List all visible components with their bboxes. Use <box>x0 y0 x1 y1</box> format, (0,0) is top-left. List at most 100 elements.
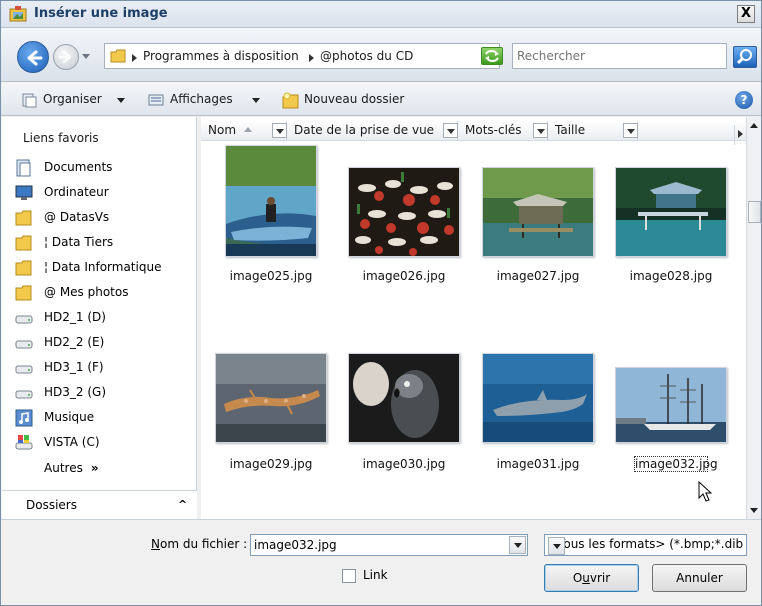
nav-item[interactable]: HD2_1 (D) <box>15 307 195 329</box>
nav-item-label: VISTA (C) <box>44 435 100 449</box>
views-label: Affichages <box>170 92 233 106</box>
help-button[interactable]: ? <box>735 91 753 109</box>
music-icon <box>15 409 33 427</box>
refresh-button[interactable] <box>481 47 503 65</box>
breadcrumb-separator-icon[interactable] <box>309 54 314 62</box>
insert-image-dialog: Insérer une image X Programmes à disposi… <box>0 0 762 606</box>
filename-input[interactable] <box>251 535 501 555</box>
views-menu[interactable]: Affichages <box>148 92 266 110</box>
file-item[interactable]: image028.jpg <box>611 145 731 295</box>
nav-item[interactable]: HD3_1 (F) <box>15 357 195 379</box>
file-item[interactable]: image027.jpg <box>478 145 598 295</box>
file-name-selected[interactable]: image032.jpg <box>634 456 718 472</box>
more-favorites-link[interactable]: Autres » <box>44 461 99 475</box>
column-headers: Nom Date de la prise de vue Mots-clés Ta… <box>201 121 746 145</box>
scrollbar-thumb[interactable] <box>748 201 761 223</box>
scroll-up-icon[interactable] <box>750 123 758 128</box>
system-drive-icon <box>15 434 33 452</box>
breadcrumb-item[interactable]: @photos du CD <box>320 49 413 63</box>
file-type-select[interactable]: <Tous les formats> (*.bmp;*.dib <box>544 534 747 556</box>
organize-icon <box>22 93 37 108</box>
column-size[interactable]: Taille <box>548 121 638 141</box>
filename-label-accel: N <box>151 537 160 551</box>
nav-item[interactable]: @ Mes photos <box>15 282 195 304</box>
file-item[interactable]: image026.jpg <box>344 145 464 295</box>
search-field[interactable] <box>512 43 727 69</box>
nav-item[interactable]: Musique <box>15 407 195 429</box>
nav-item-label: HD2_1 (D) <box>44 310 106 324</box>
nav-item[interactable]: VISTA (C) <box>15 432 195 454</box>
file-type-dropdown-button[interactable] <box>548 537 565 555</box>
file-list[interactable]: Nom Date de la prise de vue Mots-clés Ta… <box>201 117 761 519</box>
column-filter-dropdown[interactable] <box>272 123 287 138</box>
column-name[interactable]: Nom <box>201 121 287 141</box>
breadcrumb-separator-icon[interactable] <box>132 54 137 62</box>
mouse-pointer-icon <box>698 481 713 502</box>
nav-item-label: @ DatasVs <box>44 210 110 224</box>
file-item[interactable]: image025.jpg <box>211 145 331 295</box>
column-filter-dropdown[interactable] <box>443 123 458 138</box>
boat-photo-thumbnail <box>226 146 316 256</box>
column-name-label: Nom <box>208 123 237 137</box>
back-button[interactable] <box>17 41 49 73</box>
search-button[interactable] <box>733 46 757 68</box>
folder-icon <box>15 209 33 227</box>
cancel-button[interactable]: Annuler <box>652 564 747 592</box>
open-label-post: vrir <box>589 571 611 585</box>
nav-item[interactable]: HD3_2 (G) <box>15 382 195 404</box>
scroll-down-icon[interactable] <box>750 508 758 513</box>
file-name: image031.jpg <box>496 457 580 471</box>
documents-icon <box>15 159 33 177</box>
nav-item-label: ¦ Data Informatique <box>44 260 162 274</box>
link-checkbox[interactable] <box>342 569 356 583</box>
file-name: image028.jpg <box>629 269 713 283</box>
more-label: Autres <box>44 461 83 475</box>
chevron-down-icon <box>252 98 260 103</box>
file-item[interactable]: image029.jpg <box>211 351 331 491</box>
nav-item[interactable]: Ordinateur <box>15 182 195 204</box>
search-input[interactable] <box>517 45 717 67</box>
column-filter-dropdown[interactable] <box>533 123 548 138</box>
column-date-label: Date de la prise de vue <box>294 123 435 137</box>
nav-item[interactable]: @ DatasVs <box>15 207 195 229</box>
nav-item-label: Ordinateur <box>44 185 109 199</box>
nav-item[interactable]: ¦ Data Tiers <box>15 232 195 254</box>
parrot-photo-thumbnail <box>349 354 459 442</box>
folders-label: Dossiers <box>26 498 77 512</box>
thumbnail-frame <box>482 167 594 257</box>
file-item[interactable]: image030.jpg <box>344 351 464 491</box>
close-button[interactable]: X <box>737 5 755 23</box>
address-field[interactable]: Programmes à disposition @photos du CD <box>104 43 500 69</box>
folders-toggle[interactable]: Dossiers ^ <box>2 490 197 519</box>
breadcrumb-item[interactable]: Programmes à disposition <box>143 49 299 63</box>
thumbnail-frame <box>215 353 327 443</box>
history-dropdown-icon[interactable] <box>82 54 90 59</box>
folder-icon <box>15 234 33 252</box>
nav-item[interactable]: Documents <box>15 157 195 179</box>
vertical-scrollbar[interactable] <box>746 117 761 519</box>
thumbnail-frame <box>225 145 317 257</box>
column-keywords[interactable]: Mots-clés <box>458 121 548 141</box>
insert-image-icon <box>9 6 27 22</box>
new-folder-button[interactable]: Nouveau dossier <box>282 92 422 110</box>
nav-item[interactable]: HD2_2 (E) <box>15 332 195 354</box>
address-bar-area: Programmes à disposition @photos du CD <box>1 28 761 82</box>
nav-item[interactable]: ¦ Data Informatique <box>15 257 195 279</box>
link-label[interactable]: Link <box>363 568 388 582</box>
thumbnail-frame <box>348 353 460 443</box>
filename-combobox[interactable] <box>250 534 528 556</box>
navigation-pane: Liens favoris Documents Ordinateur @ Datas… <box>2 117 197 518</box>
folder-icon <box>110 49 126 63</box>
column-filter-dropdown[interactable] <box>623 123 638 138</box>
file-name: image026.jpg <box>362 269 446 283</box>
drive-icon <box>15 309 33 327</box>
file-item-selected[interactable]: image032.jpg <box>611 351 731 491</box>
forward-button[interactable] <box>53 44 79 70</box>
column-scroll-right-icon[interactable] <box>734 125 746 145</box>
file-item[interactable]: image031.jpg <box>478 351 598 491</box>
filename-dropdown-button[interactable] <box>509 536 526 554</box>
open-button[interactable]: Ouvrir <box>544 564 639 592</box>
column-date-taken[interactable]: Date de la prise de vue <box>287 121 458 141</box>
organize-menu[interactable]: Organiser <box>21 92 131 110</box>
nav-item-label: ¦ Data Tiers <box>44 235 114 249</box>
